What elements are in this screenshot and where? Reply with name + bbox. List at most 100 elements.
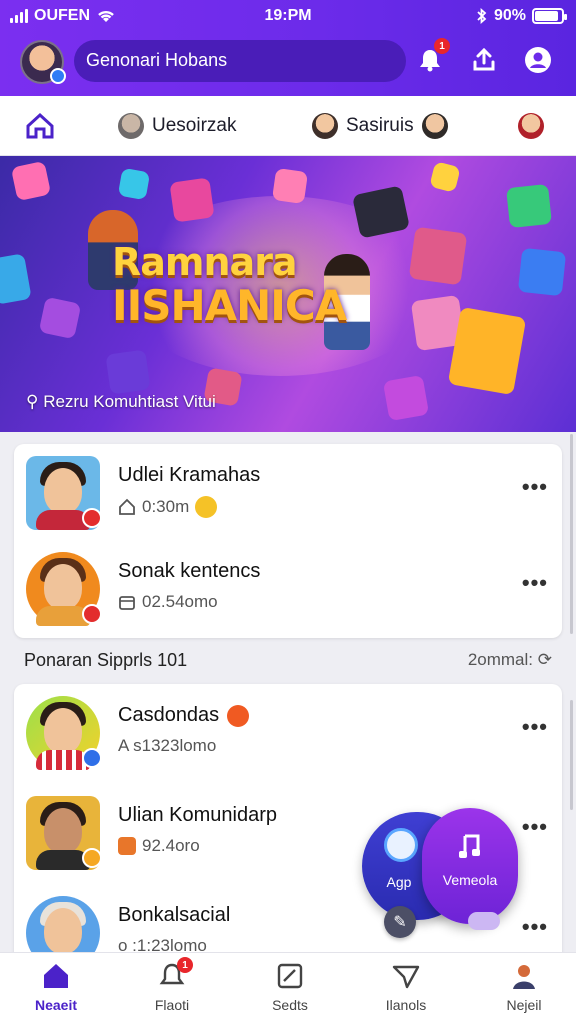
more-options-button[interactable]: ••• (522, 714, 548, 740)
item-title: Casdondas (118, 704, 250, 727)
tab-uesoirzak[interactable]: Uesoirzak (118, 108, 236, 144)
edit-board-icon (277, 963, 303, 989)
avatar (26, 696, 102, 770)
more-options-button[interactable]: ••• (522, 814, 548, 840)
avatar (26, 552, 102, 626)
list-item[interactable]: Udlei Kramahas 0:30m ••• (14, 444, 562, 540)
home-filled-icon (44, 964, 68, 988)
nav-label: Flaoti (154, 997, 190, 1013)
app-logo-icon (384, 828, 418, 862)
verified-badge-icon (227, 704, 250, 727)
status-badge (82, 604, 102, 624)
list-item[interactable]: Sonak kentencs 02.54omo ••• (14, 540, 562, 636)
profile-avatar[interactable] (20, 40, 66, 84)
item-title-text: Ulian Komunidarp (118, 804, 277, 826)
grid-tile (105, 349, 151, 395)
avatar-face (44, 908, 82, 954)
list-item[interactable]: Casdondas A s1323lomo ••• (14, 684, 562, 780)
avatar-face (44, 468, 82, 514)
item-meta-text: 92.4oro (142, 836, 200, 855)
person-icon (513, 965, 535, 989)
status-bar: OUFEN 19:PM 90% (0, 0, 576, 30)
notification-badge: 1 (434, 38, 450, 54)
more-options-button[interactable]: ••• (522, 914, 548, 940)
nav-home[interactable]: Neaeit (8, 961, 104, 1021)
item-title: Ulian Komunidarp (118, 804, 277, 827)
status-badge (82, 848, 102, 868)
item-title: Bonkalsacial (118, 904, 230, 927)
section-count-text: 2ommal: (467, 650, 534, 669)
tab-avatar-secondary (421, 113, 448, 139)
nav-activity[interactable]: 1 Flaoti (124, 957, 220, 1021)
chat-bubble-button[interactable]: ✎ (384, 906, 416, 938)
avatar-face (44, 708, 82, 754)
tab-sasiruis[interactable]: Sasiruis (312, 108, 448, 144)
tab-label: Sasiruis (346, 115, 414, 136)
item-title-text: Sonak kentencs (118, 560, 261, 582)
heart-tile (271, 167, 309, 205)
typing-indicator (468, 912, 500, 930)
search-text: Genonari Hobans (86, 50, 228, 70)
home-icon (26, 112, 54, 139)
tab-avatar (312, 113, 338, 139)
status-badge (82, 508, 102, 528)
bell-outline-icon: 1 (157, 957, 193, 991)
item-meta: 02.54omo (118, 592, 218, 612)
scrollbar[interactable] (570, 700, 573, 810)
item-title-text: Casdondas (118, 704, 220, 726)
item-title-text: Bonkalsacial (118, 904, 231, 926)
item-title: Udlei Kramahas (118, 464, 260, 487)
item-meta-text: 0:30m (142, 497, 190, 516)
more-options-button[interactable]: ••• (522, 474, 548, 500)
featured-banner[interactable]: Ramnara IISHANICA (0, 156, 576, 432)
music-fab-label: Vemeola (442, 872, 498, 888)
more-options-button[interactable]: ••• (522, 570, 548, 596)
tab-profile-shortcut[interactable] (518, 108, 544, 144)
banner-title-line2: IISHANICA (112, 281, 347, 330)
music-fab-button[interactable]: Vemeola (422, 808, 518, 924)
nav-profile[interactable]: Nejeil (476, 961, 572, 1021)
battery-icon (532, 8, 567, 24)
category-tabs: Uesoirzak Sasiruis (0, 96, 576, 156)
nav-label: Nejeil (506, 997, 542, 1013)
nav-badge: 1 (177, 957, 193, 973)
chat-icon: ✎ (393, 914, 407, 931)
section-count[interactable]: 2ommal: ⟳ (468, 650, 552, 670)
battery-percent: 90% (493, 7, 526, 24)
avatar (26, 456, 102, 530)
chart-tile (506, 183, 552, 229)
nav-stats[interactable]: Sedts (242, 961, 338, 1021)
app-fab-label: Agp (386, 874, 412, 890)
nav-label: Neaeit (34, 997, 78, 1013)
account-button[interactable] (522, 44, 554, 76)
user-circle-icon (525, 47, 551, 73)
banner-caption-text: Rezru Komuhtiast Vitui (43, 392, 216, 411)
refresh-icon: ⟳ (537, 650, 552, 669)
nav-messages[interactable]: Ilanols (358, 961, 454, 1021)
bottom-navigation: Neaeit 1 Flaoti Sedts Ilanols Nejeil (0, 952, 576, 1024)
scrollbar[interactable] (570, 434, 573, 634)
smile-emoji-icon (195, 496, 218, 518)
banner-title-line1: Ramnara (112, 240, 298, 284)
send-icon (392, 965, 420, 989)
tab-avatar (118, 113, 144, 139)
nav-label: Ilanols (385, 997, 427, 1013)
upload-button[interactable] (468, 44, 500, 76)
bluetooth-icon (477, 8, 487, 24)
notification-button[interactable]: 1 (414, 38, 450, 76)
tab-home[interactable] (24, 108, 56, 144)
disc-tile (0, 253, 32, 305)
play-tile (408, 226, 468, 286)
location-pin-icon: ⚲ (26, 392, 39, 411)
nav-label: Sedts (272, 997, 308, 1013)
item-meta: 92.4oro (118, 836, 200, 856)
play-tile (38, 296, 82, 340)
item-title-text: Udlei Kramahas (118, 464, 261, 486)
section-title: Ponaran Sipprls 101 (24, 650, 188, 670)
search-field[interactable]: Genonari Hobans (74, 40, 406, 82)
music-note-tile (429, 161, 461, 193)
music-note-icon (459, 834, 480, 858)
item-meta-text: A s1323lomo (118, 736, 217, 755)
avatar-face (44, 808, 82, 854)
banner-caption: ⚲ Rezru Komuhtiast Vitui (26, 392, 216, 412)
